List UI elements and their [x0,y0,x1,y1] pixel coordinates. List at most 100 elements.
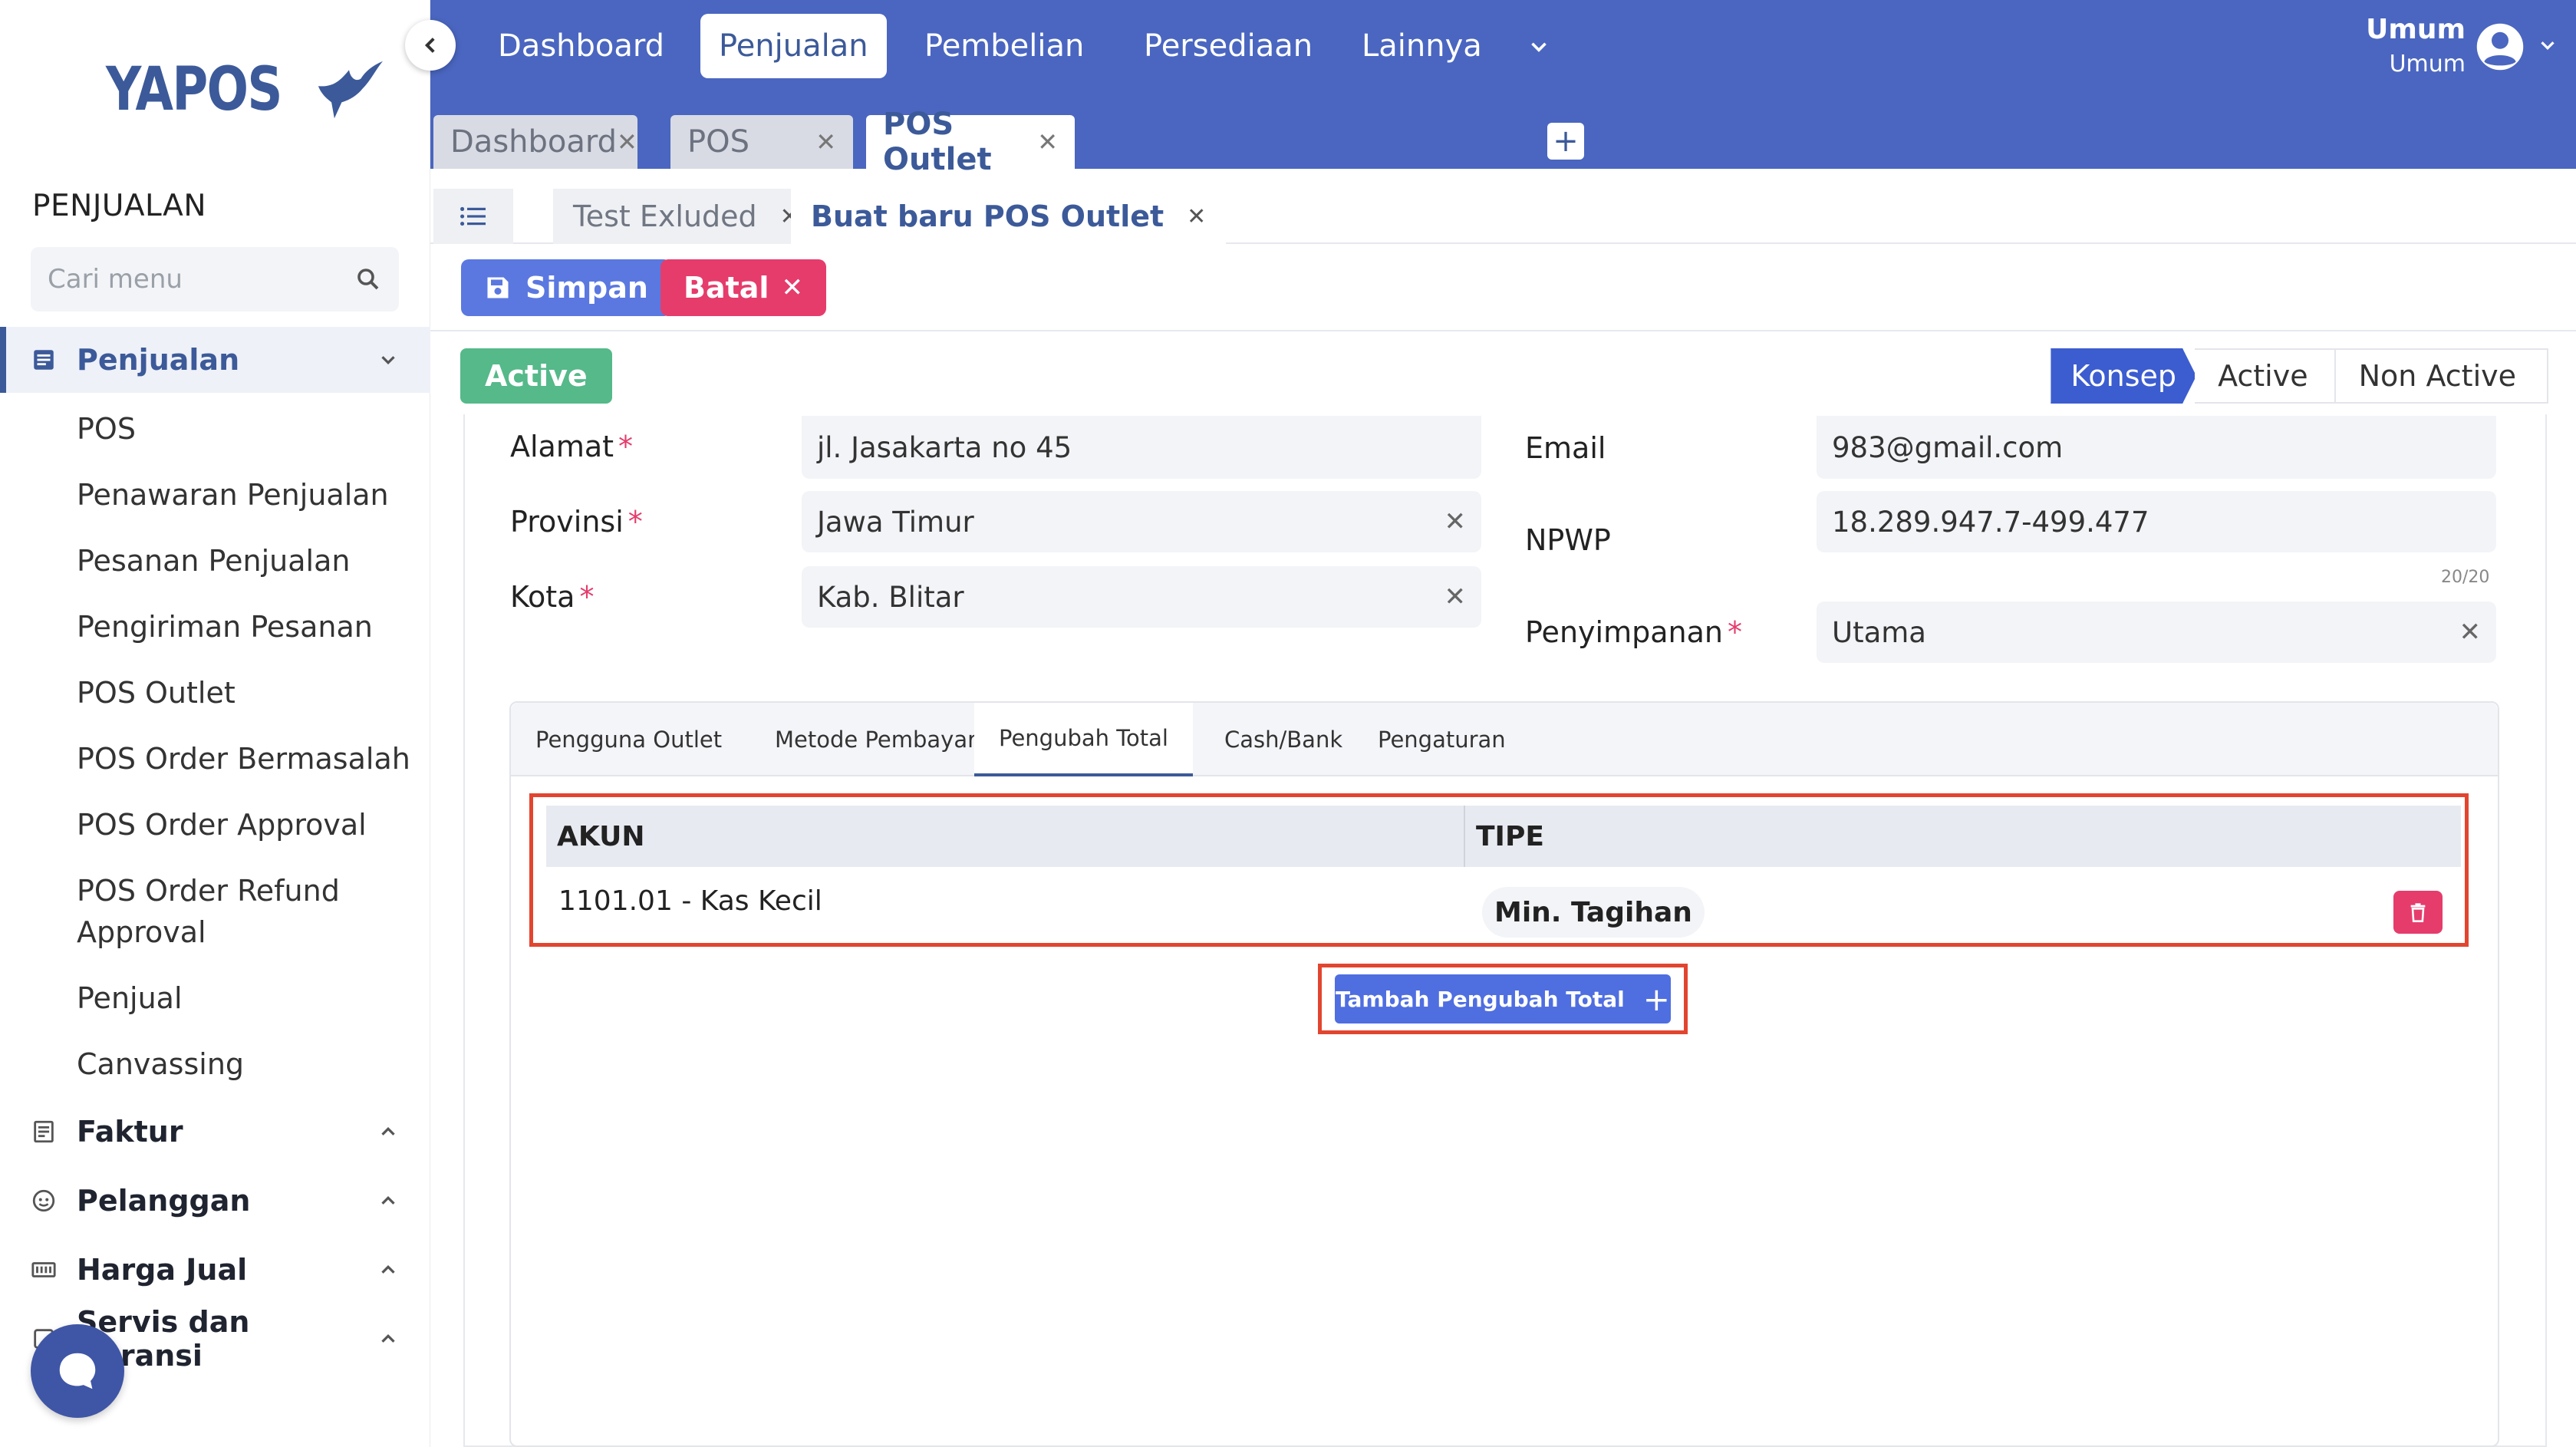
sidebar-section-title: PENJUALAN [32,189,207,223]
chevron-up-icon[interactable] [377,1189,400,1212]
npwp-char-counter: 20/20 [2441,568,2490,587]
sidebar-item-penawaran-penjualan[interactable]: Penawaran Penjualan [77,474,414,516]
sidebar-item-pengiriman-pesanan[interactable]: Pengiriman Pesanan [77,606,414,648]
chevron-left-icon [424,38,435,53]
list-icon [460,206,486,226]
receipt-icon [34,1120,54,1143]
alamat-value: jl. Jasakarta no 45 [817,430,1072,464]
tab-label: POS [687,124,749,160]
bird-logo-icon [318,61,384,119]
add-pengubah-total-button[interactable]: Tambah Pengubah Total + [1335,974,1671,1023]
cancel-button[interactable]: Batal ✕ [660,259,826,316]
logo-text: YAPOS [106,55,282,124]
close-icon[interactable]: ✕ [1037,127,1058,157]
close-icon[interactable]: ✕ [617,127,637,157]
kota-value: Kab. Blitar [817,580,964,614]
npwp-label: NPWP [1525,523,1611,557]
user-name[interactable]: Umum [2366,14,2466,45]
form-toolbar: Simpan Batal ✕ [430,244,2576,331]
chevron-up-icon[interactable] [377,1327,400,1350]
sidebar-item-pos[interactable]: POS [77,408,414,450]
sidebar-item-pos-outlet[interactable]: POS Outlet [77,672,414,714]
tab-pos-outlet[interactable]: POS Outlet ✕ [866,107,1075,177]
subtab-buat-baru-pos-outlet[interactable]: Buat baru POS Outlet ✕ [791,189,1227,244]
add-tab-button[interactable]: + [1547,123,1584,160]
tab-pos[interactable]: POS ✕ [670,115,853,169]
face-icon [32,1189,55,1212]
list-view-button[interactable] [433,189,513,244]
chevron-down-icon[interactable] [1526,34,1552,60]
save-button-label: Simpan [525,271,648,305]
email-field[interactable]: 983@gmail.com [1817,416,2496,479]
subtab-test-exluded[interactable]: Test Exluded ✕ [553,189,819,244]
sidebar-collapse-button[interactable] [405,20,456,71]
document-list-icon [34,350,54,370]
user-role: Umum [2389,51,2466,77]
tab-cash-bank[interactable]: Cash/Bank [1200,703,1367,776]
close-icon[interactable]: ✕ [815,127,836,157]
sidebar-item-pos-order-approval[interactable]: POS Order Approval [77,804,414,845]
save-icon [487,277,509,298]
provinsi-select[interactable]: Jawa Timur ✕ [802,491,1481,552]
price-tag-icon [31,1262,56,1277]
tab-label: Dashboard [450,124,618,160]
tab-dashboard[interactable]: Dashboard ✕ [433,115,637,169]
sidebar-group-penjualan[interactable]: Penjualan [0,327,430,393]
chevron-down-icon[interactable] [377,348,400,371]
sidebar-group-harga-jual[interactable]: Harga Jual [0,1237,430,1303]
penyimpanan-label: Penyimpanan * [1525,615,1742,649]
kota-select[interactable]: Kab. Blitar ✕ [802,566,1481,628]
chevron-up-icon[interactable] [377,1120,400,1143]
provinsi-value: Jawa Timur [817,505,974,539]
search-icon[interactable] [354,265,382,293]
chevron-down-icon[interactable] [2536,34,2559,57]
email-value: 983@gmail.com [1832,430,2064,464]
subtab-label: Buat baru POS Outlet [811,199,1164,233]
sidebar-group-label: Penjualan [77,343,240,377]
status-stepper: Konsep Active Non Active [2051,348,2548,404]
topnav-penjualan[interactable]: Penjualan [700,14,887,78]
chat-icon [59,1353,96,1389]
cancel-button-label: Batal [684,271,769,305]
tab-pengubah-total[interactable]: Pengubah Total [974,703,1193,776]
close-icon[interactable]: ✕ [1187,203,1206,230]
npwp-field[interactable]: 18.289.947.7-499.477 [1817,491,2496,552]
step-konsep[interactable]: Konsep [2051,348,2196,404]
sidebar-group-label: Faktur [77,1115,183,1149]
penyimpanan-value: Utama [1832,615,1926,649]
sidebar-group-faktur[interactable]: Faktur [0,1099,430,1165]
app-logo[interactable]: YAPOS [106,55,386,124]
alamat-label: Alamat * [510,430,634,463]
topnav-persediaan[interactable]: Persediaan [1125,14,1331,78]
menu-search-input[interactable] [48,264,354,295]
chat-button[interactable] [31,1324,124,1418]
step-non-active[interactable]: Non Active [2335,348,2548,404]
sidebar-item-canvassing[interactable]: Canvassing [77,1043,414,1085]
sidebar-item-pesanan-penjualan[interactable]: Pesanan Penjualan [77,540,414,582]
sidebar-item-pos-order-refund-approval[interactable]: POS Order Refund Approval [77,870,384,953]
sidebar-group-pelanggan[interactable]: Pelanggan [0,1168,430,1234]
save-button[interactable]: Simpan [461,259,671,316]
clear-icon[interactable]: ✕ [1444,506,1467,537]
step-active[interactable]: Active [2195,348,2336,404]
tab-pengguna-outlet[interactable]: Pengguna Outlet [511,703,746,776]
chevron-up-icon[interactable] [377,1258,400,1281]
tab-pengaturan[interactable]: Pengaturan [1353,703,1530,776]
user-avatar-icon[interactable] [2475,21,2525,72]
kota-label: Kota * [510,580,595,614]
topnav-dashboard[interactable]: Dashboard [479,14,683,78]
topnav-pembelian[interactable]: Pembelian [906,14,1102,78]
menu-search[interactable] [31,247,399,311]
detail-tabbar: Pengguna Outlet Metode Pembayaran Pengub… [511,703,2498,776]
clear-icon[interactable]: ✕ [1444,582,1467,612]
subtab-label: Test Exluded [573,199,757,233]
sidebar-item-penjual[interactable]: Penjual [77,977,414,1019]
alamat-field[interactable]: jl. Jasakarta no 45 [802,416,1481,479]
penyimpanan-select[interactable]: Utama ✕ [1817,602,2496,663]
topnav-lainnya[interactable]: Lainnya [1343,14,1500,78]
clear-icon[interactable]: ✕ [2459,617,2482,648]
sidebar-item-pos-order-bermasalah[interactable]: POS Order Bermasalah [77,738,414,780]
tab-label: POS Outlet [883,107,992,177]
status-badge: Active [460,348,612,404]
email-label: Email [1525,431,1606,465]
